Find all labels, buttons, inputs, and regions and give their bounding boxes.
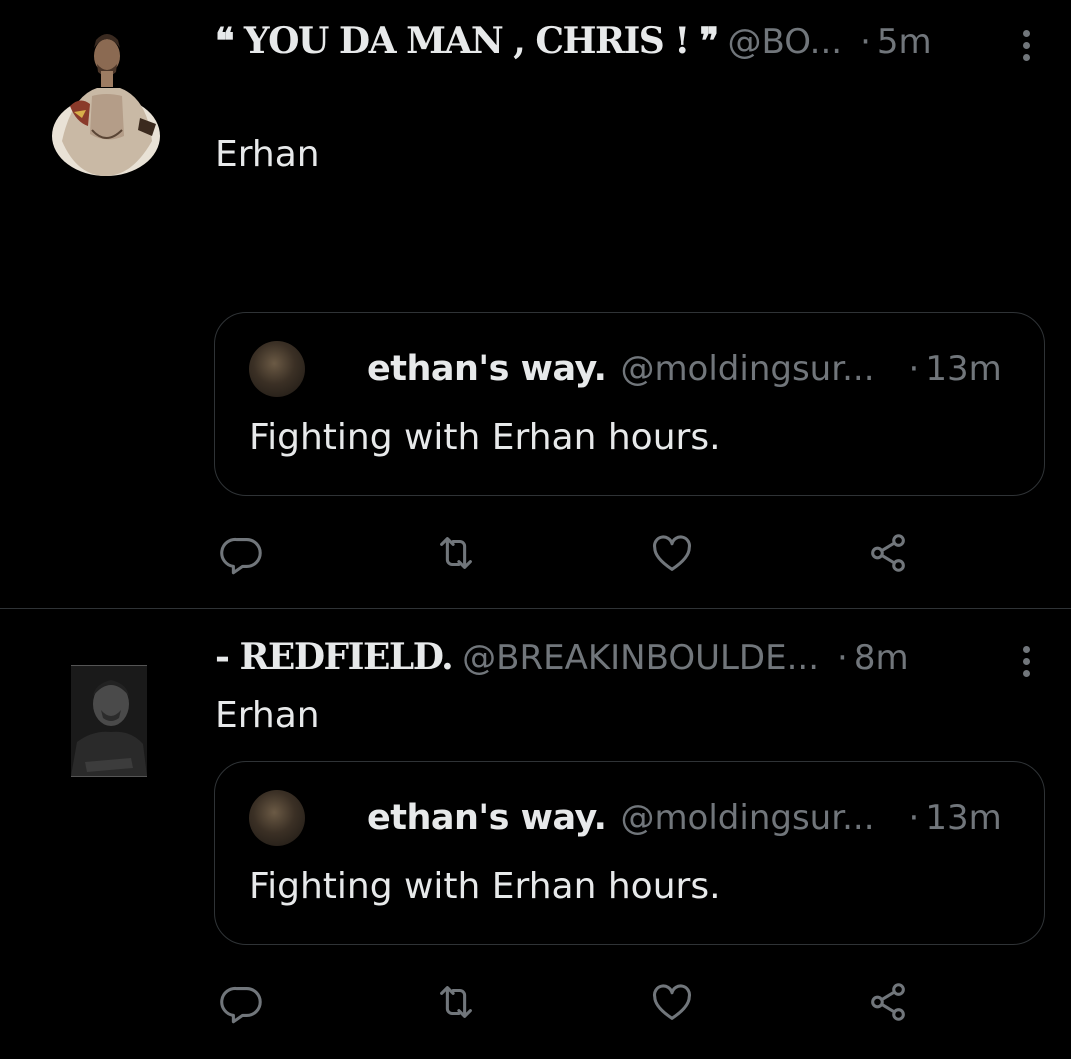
display-name[interactable]: ❝ YOU DA MAN , CHRIS ! ❞ xyxy=(215,20,719,62)
more-vertical-icon[interactable] xyxy=(1021,646,1031,677)
heart-icon xyxy=(652,984,692,1020)
quoted-tweet-text: Fighting with Erhan hours. xyxy=(249,866,721,907)
avatar[interactable] xyxy=(71,665,147,777)
tweet-actions xyxy=(218,978,918,1026)
display-name: ethan's way. xyxy=(367,798,607,838)
separator-dot: · xyxy=(908,349,920,389)
reply-button[interactable] xyxy=(218,529,266,577)
heart-icon xyxy=(652,535,692,571)
quoted-tweet[interactable]: ethan's way. @moldingsur... · 13m Fighti… xyxy=(214,761,1045,945)
avatar[interactable] xyxy=(249,341,305,397)
display-name[interactable]: - REDFIELD. xyxy=(215,636,454,678)
like-button[interactable] xyxy=(648,529,696,577)
quoted-tweet-header: ethan's way. @moldingsur... · 13m xyxy=(367,349,1002,389)
share-icon xyxy=(871,983,905,1021)
more-vertical-icon[interactable] xyxy=(1021,30,1031,61)
tweet-text: Erhan xyxy=(215,695,320,736)
handle: @moldingsur... xyxy=(620,798,875,838)
share-icon xyxy=(871,534,905,572)
timestamp: 13m xyxy=(925,349,1002,389)
reply-icon xyxy=(220,537,262,575)
man-portrait-avatar xyxy=(71,666,147,776)
display-name: ethan's way. xyxy=(367,349,607,389)
handle[interactable]: @BREAKINBOULDE... xyxy=(462,638,819,678)
shirtless-man-avatar xyxy=(52,34,160,176)
tweet-divider xyxy=(0,608,1071,609)
handle[interactable]: @BO... xyxy=(728,22,843,62)
timestamp[interactable]: 5m xyxy=(877,22,932,62)
timestamp[interactable]: 8m xyxy=(854,638,909,678)
quoted-tweet-text: Fighting with Erhan hours. xyxy=(249,417,721,458)
timestamp: 13m xyxy=(925,798,1002,838)
separator-dot: · xyxy=(837,638,848,678)
share-button[interactable] xyxy=(864,978,912,1026)
reply-button[interactable] xyxy=(218,978,266,1026)
share-button[interactable] xyxy=(864,529,912,577)
retweet-button[interactable] xyxy=(432,978,480,1026)
separator-dot: · xyxy=(860,22,871,62)
tweet-actions xyxy=(218,529,918,577)
tweet-text: Erhan xyxy=(215,134,320,175)
quoted-tweet[interactable]: ethan's way. @moldingsur... · 13m Fighti… xyxy=(214,312,1045,496)
avatar[interactable] xyxy=(52,26,160,176)
avatar[interactable] xyxy=(249,790,305,846)
retweet-button[interactable] xyxy=(432,529,480,577)
like-button[interactable] xyxy=(648,978,696,1026)
reply-icon xyxy=(220,986,262,1024)
handle: @moldingsur... xyxy=(620,349,875,389)
retweet-icon xyxy=(440,537,472,569)
quoted-tweet-header: ethan's way. @moldingsur... · 13m xyxy=(367,798,1002,838)
tweet[interactable]: ❝ YOU DA MAN , CHRIS ! ❞ @BO... · 5m Erh… xyxy=(0,0,1071,608)
tweet-header: - REDFIELD. @BREAKINBOULDE... · 8m xyxy=(215,636,909,678)
retweet-icon xyxy=(440,986,472,1018)
tweet-header: ❝ YOU DA MAN , CHRIS ! ❞ @BO... · 5m xyxy=(215,20,932,62)
separator-dot: · xyxy=(908,798,920,838)
